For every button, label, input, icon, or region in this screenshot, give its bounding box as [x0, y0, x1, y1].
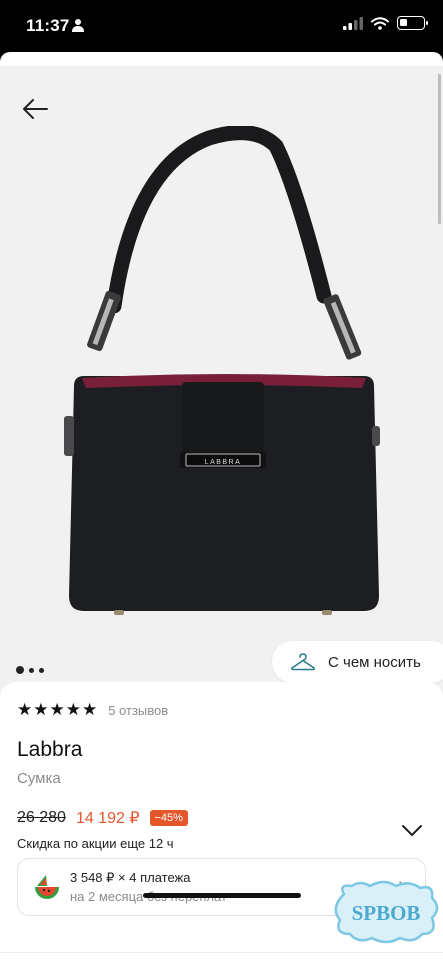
watermelon-icon: [35, 875, 59, 899]
hanger-icon: [290, 653, 316, 671]
gallery-dot[interactable]: [16, 666, 24, 674]
current-price: 14 192 ₽: [75, 810, 140, 827]
discount-badge: −45%: [149, 810, 188, 826]
gallery-pagination: [16, 666, 44, 674]
installment-title: 3 548 ₽ × 4 платежа: [70, 870, 191, 885]
brand-name[interactable]: Labbra: [17, 738, 82, 762]
status-time: 11:37: [26, 16, 70, 35]
brand-logo-on-bag: LABBRA: [205, 459, 242, 466]
product-type: Сумка: [17, 770, 61, 787]
watermark-logo: SPBOB: [334, 880, 439, 944]
product-gallery[interactable]: LABBRA С чем носить: [0, 66, 443, 726]
rating-stars: ★★★★★: [17, 700, 99, 719]
old-price: 26 280: [17, 809, 66, 826]
divider: [0, 952, 443, 953]
gallery-dot[interactable]: [29, 667, 34, 673]
rating-row[interactable]: ★★★★★ 5 отзывов: [17, 700, 168, 720]
battery-icon: [397, 16, 428, 30]
status-bar: 11:37: [0, 0, 443, 52]
scroll-indicator: [438, 74, 441, 224]
price-row: 26 280 14 192 ₽ −45%: [17, 808, 188, 828]
gallery-dot[interactable]: [39, 667, 44, 673]
arrow-left-icon[interactable]: [20, 94, 50, 124]
cellular-signal-icon: [343, 16, 363, 30]
person-icon: [72, 19, 84, 32]
promo-timer: Скидка по акции еще 12 ч: [17, 836, 174, 851]
wifi-icon: [371, 16, 389, 30]
home-indicator[interactable]: [143, 893, 301, 898]
product-image-bag: LABBRA: [64, 126, 380, 615]
what-to-wear-button[interactable]: С чем носить: [272, 641, 443, 683]
what-to-wear-label: С чем носить: [328, 653, 421, 671]
reviews-count[interactable]: 5 отзывов: [108, 703, 168, 718]
product-screen: LABBRA С чем носить ★★★★★ 5 отзывов Labb…: [0, 52, 443, 960]
watermark-text: SPBOB: [352, 901, 421, 925]
status-icons: [343, 16, 428, 30]
chevron-down-icon[interactable]: [401, 824, 423, 838]
